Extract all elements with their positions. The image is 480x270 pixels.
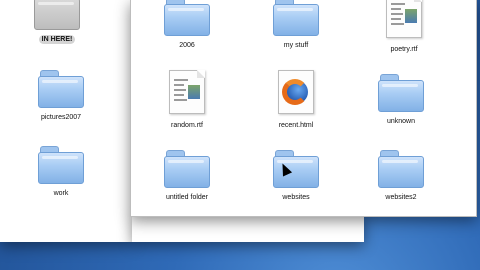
item-label: unknown: [386, 118, 416, 125]
folder-item[interactable]: unknown: [361, 70, 441, 128]
item-label: untitled folder: [165, 194, 209, 201]
firefox-html-icon: [278, 70, 314, 114]
rtf-document-icon: [169, 70, 205, 114]
html-document-item[interactable]: recent.html: [256, 70, 336, 132]
item-label: pictures2007: [40, 114, 82, 121]
finder-window-back-bottom: [132, 214, 364, 242]
folder-item[interactable]: websites: [256, 146, 336, 204]
folder-icon: [378, 146, 424, 188]
folder-icon: [164, 146, 210, 188]
item-label: recent.html: [278, 122, 314, 129]
folder-icon: [34, 0, 80, 30]
item-label: 2006: [179, 42, 195, 49]
item-label: my stuff: [283, 42, 309, 49]
item-label: websites2: [385, 194, 417, 201]
folder-item[interactable]: IN HERE!: [17, 0, 97, 46]
folder-item[interactable]: work: [21, 142, 101, 200]
finder-window-front: 2006 my stuff poetry.rtf random.rtf rece…: [130, 0, 477, 217]
folder-icon: [273, 0, 319, 36]
item-label: poetry.rtf: [390, 46, 418, 53]
document-item[interactable]: poetry.rtf: [364, 0, 444, 56]
item-label: websites: [282, 194, 310, 201]
folder-icon: [38, 66, 84, 108]
folder-item[interactable]: pictures2007: [21, 66, 101, 124]
folder-item[interactable]: untitled folder: [147, 146, 227, 204]
document-item[interactable]: random.rtf: [147, 70, 227, 132]
item-label: random.rtf: [171, 122, 203, 129]
item-label: work: [53, 190, 69, 197]
item-label: IN HERE!: [38, 35, 76, 44]
folder-item[interactable]: my stuff: [256, 0, 336, 52]
folder-item[interactable]: 2006: [147, 0, 227, 52]
finder-window-back: IN HERE! pictures2007 work: [0, 0, 133, 242]
folder-item[interactable]: websites2: [361, 146, 441, 204]
folder-icon: [378, 70, 424, 112]
rtf-document-icon: [386, 0, 422, 38]
folder-icon: [164, 0, 210, 36]
folder-icon: [38, 142, 84, 184]
